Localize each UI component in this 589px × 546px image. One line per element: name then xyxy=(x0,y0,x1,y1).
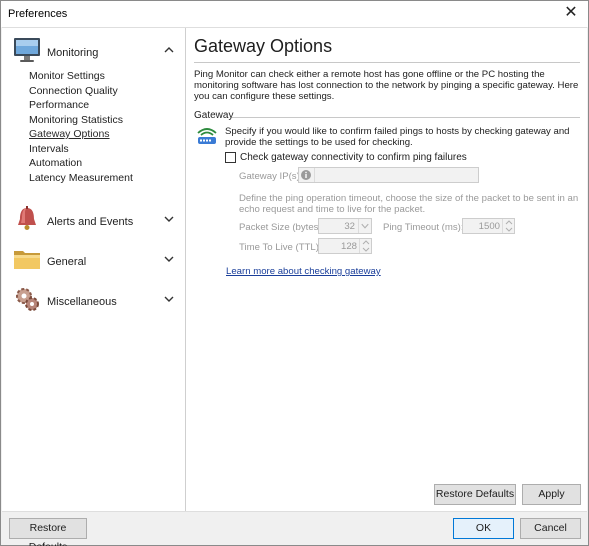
sidebar-item-performance[interactable]: Performance xyxy=(29,98,133,113)
packet-size-label: Packet Size (bytes): xyxy=(239,222,325,233)
sidebar-item-monitoring-statistics[interactable]: Monitoring Statistics xyxy=(29,113,133,128)
ttl-value: 128 xyxy=(340,241,357,252)
chevron-down-icon[interactable] xyxy=(162,212,176,226)
ping-timeout-label: Ping Timeout (ms): xyxy=(383,222,464,233)
folder-icon xyxy=(14,251,40,269)
sidebar-item-automation[interactable]: Automation xyxy=(29,156,133,171)
sidebar-item-intervals[interactable]: Intervals xyxy=(29,142,133,157)
title-divider xyxy=(194,62,580,63)
monitor-icon xyxy=(14,38,40,62)
body-area: Monitoring Monitor Settings Connection Q… xyxy=(2,27,587,512)
content-panel: Gateway Options Ping Monitor can check e… xyxy=(187,28,587,512)
sidebar-item-latency-measurement[interactable]: Latency Measurement xyxy=(29,171,133,186)
sidebar-group-general[interactable]: General xyxy=(2,244,185,278)
apply-button[interactable]: Apply xyxy=(522,484,581,505)
window-title: Preferences xyxy=(8,8,68,20)
learn-more-link[interactable]: Learn more about checking gateway xyxy=(226,266,381,277)
ping-timeout-spinner[interactable]: 1500 xyxy=(462,218,515,234)
sidebar-item-monitor-settings[interactable]: Monitor Settings xyxy=(29,69,133,84)
gears-icon xyxy=(16,288,39,311)
preferences-window: Preferences ✕ Monitoring Monitor Setting… xyxy=(0,0,589,546)
chevron-up-icon[interactable] xyxy=(162,43,176,57)
gateway-router-icon xyxy=(197,128,217,144)
sidebar-group-label: General xyxy=(47,256,87,268)
sidebar-group-alerts-and-events[interactable]: Alerts and Events xyxy=(2,204,185,238)
close-icon[interactable]: ✕ xyxy=(562,4,580,22)
gateway-ip-field[interactable] xyxy=(298,167,479,183)
dialog-footer: Restore Defaults OK Cancel xyxy=(2,511,587,546)
packet-size-value: 32 xyxy=(344,221,355,232)
sidebar-group-label: Alerts and Events xyxy=(47,216,134,228)
chevron-down-icon[interactable] xyxy=(162,252,176,266)
sidebar-item-gateway-options[interactable]: Gateway Options xyxy=(29,127,133,142)
page-title: Gateway Options xyxy=(194,36,333,56)
spin-down-icon[interactable] xyxy=(362,247,370,252)
cancel-button[interactable]: Cancel xyxy=(520,518,581,539)
ttl-label: Time To Live (TTL): xyxy=(239,242,322,253)
ttl-spinner[interactable]: 128 xyxy=(318,238,372,254)
info-icon xyxy=(301,170,311,180)
timeout-description: Define the ping operation timeout, choos… xyxy=(239,193,579,215)
gateway-description: Specify if you would like to confirm fai… xyxy=(225,126,570,148)
spinner-arrows[interactable] xyxy=(502,219,514,233)
sidebar: Monitoring Monitor Settings Connection Q… xyxy=(2,28,186,512)
restore-defaults-page-button[interactable]: Restore Defaults xyxy=(434,484,516,505)
ping-timeout-value: 1500 xyxy=(478,221,500,232)
check-gateway-checkbox[interactable] xyxy=(225,152,236,163)
gateway-ip-label: Gateway IP(s): xyxy=(239,171,303,182)
section-divider xyxy=(232,117,580,118)
spin-up-icon[interactable] xyxy=(505,220,513,225)
spin-down-icon[interactable] xyxy=(505,227,513,232)
chevron-down-icon[interactable] xyxy=(162,292,176,306)
bell-icon xyxy=(18,206,36,230)
check-gateway-label: Check gateway connectivity to confirm pi… xyxy=(240,152,467,163)
sidebar-group-label: Miscellaneous xyxy=(47,296,117,308)
gateway-ip-input[interactable] xyxy=(314,168,478,182)
sidebar-item-connection-quality[interactable]: Connection Quality xyxy=(29,84,133,99)
section-label-gateway: Gateway xyxy=(194,110,234,121)
packet-size-combo[interactable]: 32 xyxy=(318,218,372,234)
spin-up-icon[interactable] xyxy=(362,240,370,245)
restore-defaults-button[interactable]: Restore Defaults xyxy=(9,518,87,546)
sidebar-group-label: Monitoring xyxy=(47,47,99,59)
sidebar-group-miscellaneous[interactable]: Miscellaneous xyxy=(2,284,185,318)
chevron-down-icon[interactable] xyxy=(358,219,371,233)
ok-button[interactable]: OK xyxy=(453,518,514,539)
sidebar-group-monitoring[interactable]: Monitoring xyxy=(2,35,185,69)
monitoring-subitems: Monitor Settings Connection Quality Perf… xyxy=(29,69,133,185)
title-bar: Preferences ✕ xyxy=(1,1,588,27)
intro-text: Ping Monitor can check either a remote h… xyxy=(194,69,579,102)
spinner-arrows[interactable] xyxy=(359,239,371,253)
